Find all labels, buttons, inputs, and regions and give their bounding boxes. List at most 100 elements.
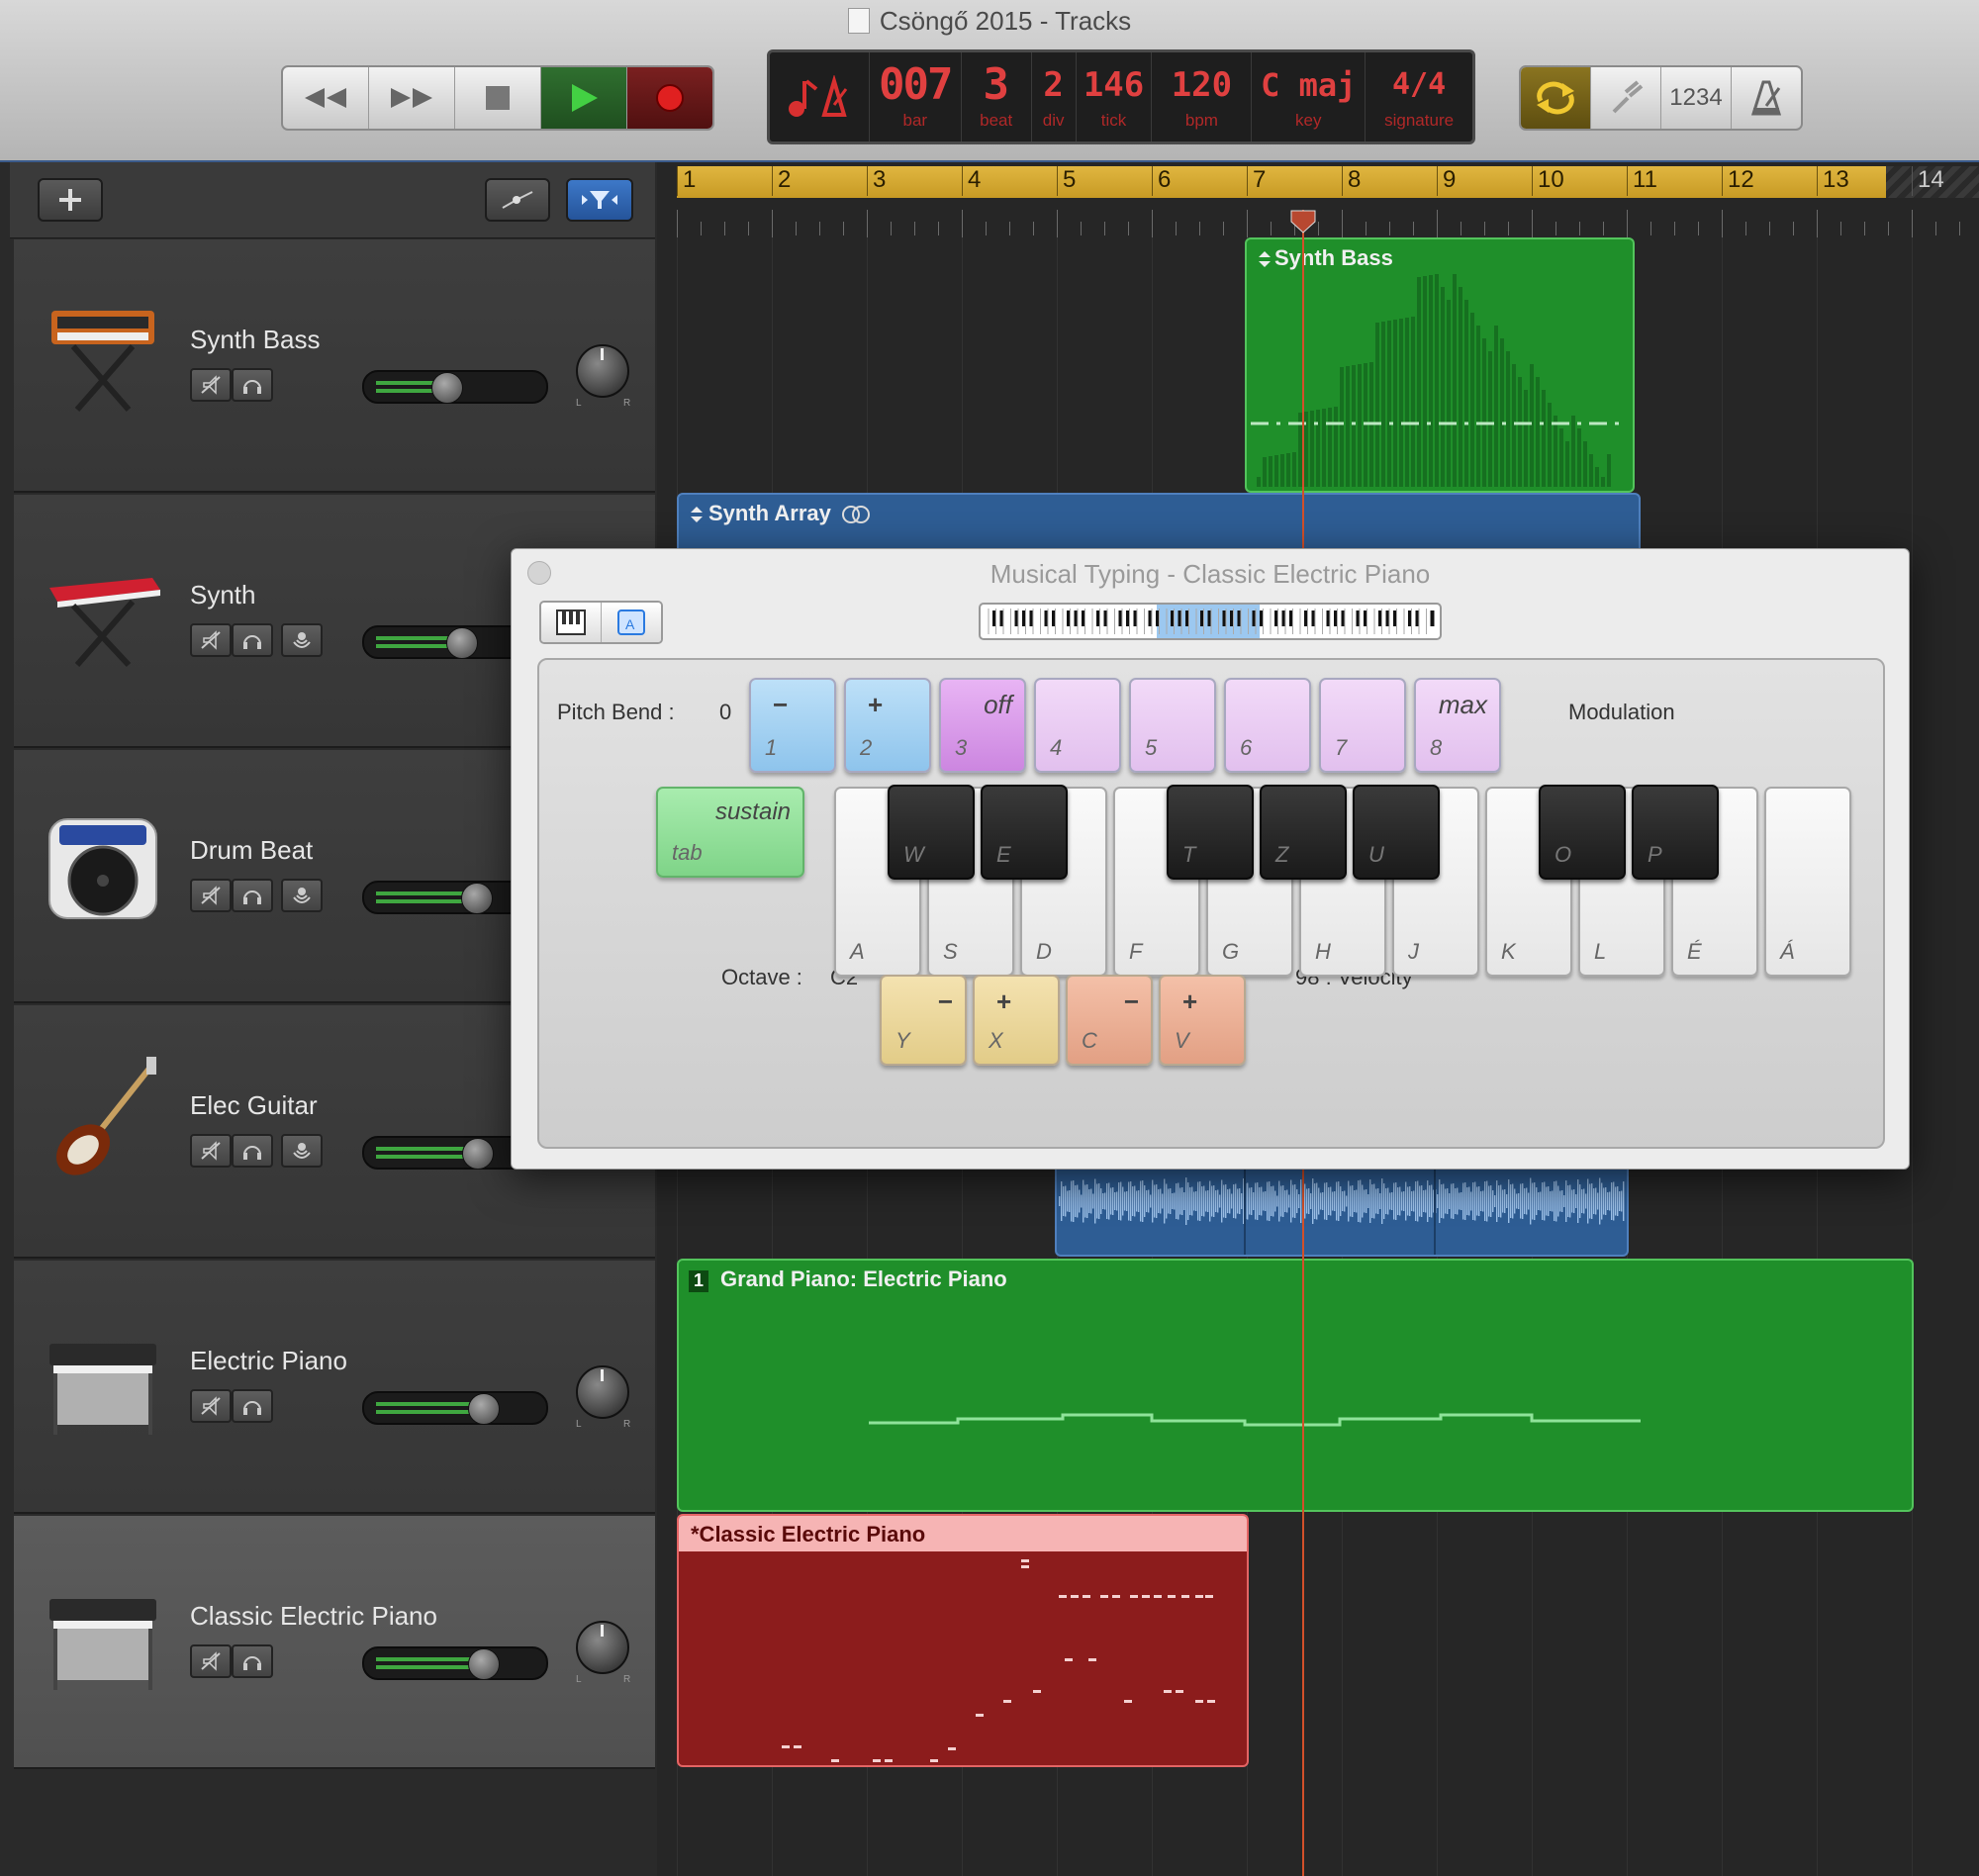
number-key[interactable]: 7 bbox=[1319, 678, 1406, 773]
velocity-key[interactable]: − C bbox=[1066, 975, 1153, 1066]
black-piano-key[interactable]: T bbox=[1167, 785, 1254, 880]
track-name: Drum Beat bbox=[190, 835, 314, 865]
number-key[interactable]: max 8 bbox=[1414, 678, 1501, 773]
white-piano-key[interactable]: Á bbox=[1764, 787, 1851, 977]
input-monitor-button[interactable] bbox=[281, 1134, 323, 1168]
classic-ep-region[interactable]: *Classic Electric Piano bbox=[677, 1514, 1249, 1767]
pan-knob[interactable] bbox=[576, 1621, 629, 1674]
fast-forward-button[interactable] bbox=[369, 67, 455, 129]
number-key[interactable]: −1 bbox=[749, 678, 836, 773]
input-monitor-button[interactable] bbox=[281, 623, 323, 657]
pan-knob[interactable] bbox=[576, 1365, 629, 1419]
black-piano-key[interactable]: P bbox=[1632, 785, 1719, 880]
midi-note bbox=[1142, 1595, 1150, 1598]
wave-sample bbox=[1595, 1187, 1597, 1215]
black-piano-key[interactable]: Z bbox=[1260, 785, 1347, 880]
pan-knob[interactable] bbox=[576, 344, 629, 398]
wave-bar bbox=[1328, 408, 1332, 487]
playhead-handle[interactable] bbox=[1290, 210, 1316, 234]
input-monitor-button[interactable] bbox=[281, 879, 323, 912]
musical-typing-mode-button[interactable]: A bbox=[602, 603, 661, 642]
metronome-button[interactable] bbox=[1732, 67, 1801, 129]
midi-note bbox=[948, 1747, 956, 1750]
wave-sample bbox=[1548, 1186, 1550, 1216]
ruler[interactable]: 1 2 3 4 5 6 7 8 9 10 11 12 13 14 bbox=[657, 162, 1979, 237]
pitch-bend-label: Pitch Bend : bbox=[557, 700, 675, 724]
sustain-key[interactable]: sustain tab bbox=[656, 787, 804, 878]
automation-button[interactable] bbox=[485, 178, 550, 222]
volume-knob[interactable] bbox=[462, 1138, 494, 1170]
grand-piano-region[interactable]: 1 Grand Piano: Electric Piano bbox=[677, 1259, 1914, 1512]
smart-controls-filter-button[interactable] bbox=[566, 178, 633, 222]
solo-button[interactable] bbox=[232, 368, 273, 402]
signature-cell[interactable]: 4/4 signature bbox=[1366, 52, 1472, 141]
volume-slider[interactable] bbox=[362, 1646, 548, 1680]
black-piano-key[interactable]: E bbox=[981, 785, 1068, 880]
volume-slider[interactable] bbox=[362, 370, 548, 404]
key-function: − bbox=[937, 986, 953, 1016]
div-cell[interactable]: 2 div bbox=[1032, 52, 1077, 141]
number-key[interactable]: 5 bbox=[1129, 678, 1216, 773]
volume-knob[interactable] bbox=[446, 627, 478, 659]
track-header[interactable]: Classic Electric Piano L R bbox=[14, 1516, 655, 1769]
mute-button[interactable] bbox=[190, 879, 232, 912]
track-header[interactable]: Synth Bass L R bbox=[14, 239, 655, 493]
velocity-key[interactable]: + V bbox=[1159, 975, 1246, 1066]
solo-button[interactable] bbox=[232, 1389, 273, 1423]
number-key[interactable]: +2 bbox=[844, 678, 931, 773]
mute-button[interactable] bbox=[190, 1389, 232, 1423]
elec-guitar-waveform bbox=[1059, 1168, 1625, 1255]
keyboard-range-selector[interactable] bbox=[979, 603, 1442, 640]
piano-mode-button[interactable] bbox=[541, 603, 602, 642]
wave-sample bbox=[1528, 1192, 1530, 1210]
cycle-button[interactable] bbox=[1521, 67, 1591, 129]
elec-guitar-region[interactable] bbox=[1055, 1168, 1629, 1257]
wave-sample bbox=[1550, 1191, 1552, 1211]
volume-slider[interactable] bbox=[362, 1391, 548, 1425]
tick-cell[interactable]: 146 tick bbox=[1077, 52, 1153, 141]
wave-sample bbox=[1492, 1190, 1494, 1212]
count-in-button[interactable]: 1234 bbox=[1661, 67, 1732, 129]
bar-cell[interactable]: 007 bar bbox=[870, 52, 962, 141]
octave-key[interactable]: + X bbox=[973, 975, 1060, 1066]
track-header[interactable]: Electric Piano L R bbox=[14, 1261, 655, 1514]
track-header-toolbar bbox=[10, 162, 655, 238]
mute-button[interactable] bbox=[190, 368, 232, 402]
number-key[interactable]: 4 bbox=[1034, 678, 1121, 773]
lcd-display[interactable]: 007 bar 3 beat 2 div 146 tick 120 bpm C … bbox=[767, 49, 1475, 144]
wave-sample bbox=[1140, 1180, 1142, 1222]
solo-button[interactable] bbox=[232, 1134, 273, 1168]
synth-array-region[interactable]: Synth Array bbox=[677, 493, 1641, 556]
cycle-area[interactable]: 1 2 3 4 5 6 7 8 9 10 11 12 13 14 bbox=[677, 166, 1979, 198]
add-track-button[interactable] bbox=[38, 178, 103, 222]
rewind-button[interactable] bbox=[283, 67, 369, 129]
solo-button[interactable] bbox=[232, 1644, 273, 1678]
beat-cell[interactable]: 3 beat bbox=[962, 52, 1032, 141]
mute-button[interactable] bbox=[190, 1134, 232, 1168]
ruler-tick bbox=[1674, 222, 1675, 235]
metronome-tuner-cell[interactable] bbox=[770, 52, 870, 141]
volume-knob[interactable] bbox=[461, 883, 493, 914]
record-button[interactable] bbox=[627, 67, 712, 129]
stop-button[interactable] bbox=[455, 67, 541, 129]
tuner-button[interactable] bbox=[1591, 67, 1661, 129]
solo-button[interactable] bbox=[232, 623, 273, 657]
black-piano-key[interactable]: W bbox=[888, 785, 975, 880]
solo-button[interactable] bbox=[232, 879, 273, 912]
mute-button[interactable] bbox=[190, 1644, 232, 1678]
volume-knob[interactable] bbox=[468, 1393, 500, 1425]
volume-knob[interactable] bbox=[468, 1648, 500, 1680]
volume-knob[interactable] bbox=[431, 372, 463, 404]
black-piano-key[interactable]: O bbox=[1539, 785, 1626, 880]
play-button[interactable] bbox=[541, 67, 627, 129]
mute-button[interactable] bbox=[190, 623, 232, 657]
black-piano-key[interactable]: U bbox=[1353, 785, 1440, 880]
number-key[interactable]: 6 bbox=[1224, 678, 1311, 773]
bpm-cell[interactable]: 120 bpm bbox=[1152, 52, 1253, 141]
octave-key[interactable]: − Y bbox=[880, 975, 967, 1066]
key-cell[interactable]: C maj key bbox=[1252, 52, 1366, 141]
ruler-bar-number: 7 bbox=[1247, 166, 1266, 196]
musical-typing-window[interactable]: Musical Typing - Classic Electric Piano … bbox=[511, 548, 1910, 1170]
wave-sample bbox=[1502, 1189, 1504, 1213]
number-key[interactable]: off 3 bbox=[939, 678, 1026, 773]
